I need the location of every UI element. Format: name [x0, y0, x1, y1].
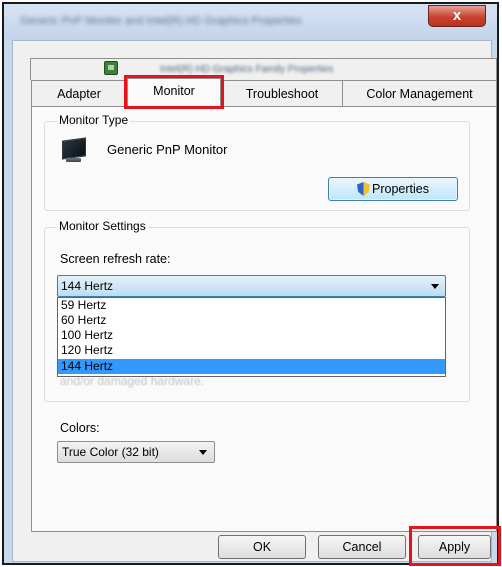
chevron-down-icon[interactable] [199, 450, 207, 455]
refresh-option-100[interactable]: 100 Hertz [61, 329, 113, 341]
tab-adapter[interactable]: Adapter [31, 80, 127, 106]
properties-button-label: Properties [372, 182, 429, 196]
refresh-rate-label: Screen refresh rate: [60, 252, 171, 266]
tab-color-management-label: Color Management [366, 87, 473, 101]
tab-color-management[interactable]: Color Management [342, 80, 497, 106]
apply-button-highlight-box [409, 526, 501, 566]
monitor-icon [60, 137, 88, 165]
cancel-button[interactable]: Cancel [318, 535, 406, 559]
refresh-option-59[interactable]: 59 Hertz [61, 299, 106, 311]
refresh-rate-selected-value: 144 Hertz [61, 279, 114, 293]
tab-troubleshoot[interactable]: Troubleshoot [221, 80, 343, 106]
monitor-tab-highlight-box [124, 75, 224, 109]
close-button[interactable]: x [428, 5, 486, 27]
refresh-option-144[interactable]: 144 Hertz [61, 360, 113, 372]
tab-adapter-label: Adapter [57, 87, 101, 101]
monitor-name: Generic PnP Monitor [107, 142, 228, 157]
colors-label: Colors: [60, 421, 100, 435]
refresh-rate-dropdown[interactable] [57, 275, 446, 297]
colors-selected-value: True Color (32 bit) [62, 445, 159, 459]
monitor-type-title: Monitor Type [57, 113, 131, 127]
ok-button[interactable]: OK [218, 535, 306, 559]
chevron-down-icon[interactable] [431, 284, 439, 289]
refresh-option-120[interactable]: 120 Hertz [61, 344, 113, 356]
monitor-settings-title: Monitor Settings [57, 219, 148, 233]
window-title: Generic PnP Monitor and Intel(R) HD Grap… [20, 15, 302, 27]
refresh-option-60[interactable]: 60 Hertz [61, 314, 106, 326]
display-adapter-icon [104, 61, 118, 75]
tab-troubleshoot-label: Troubleshoot [245, 87, 319, 101]
selected-option-highlight [58, 359, 445, 374]
